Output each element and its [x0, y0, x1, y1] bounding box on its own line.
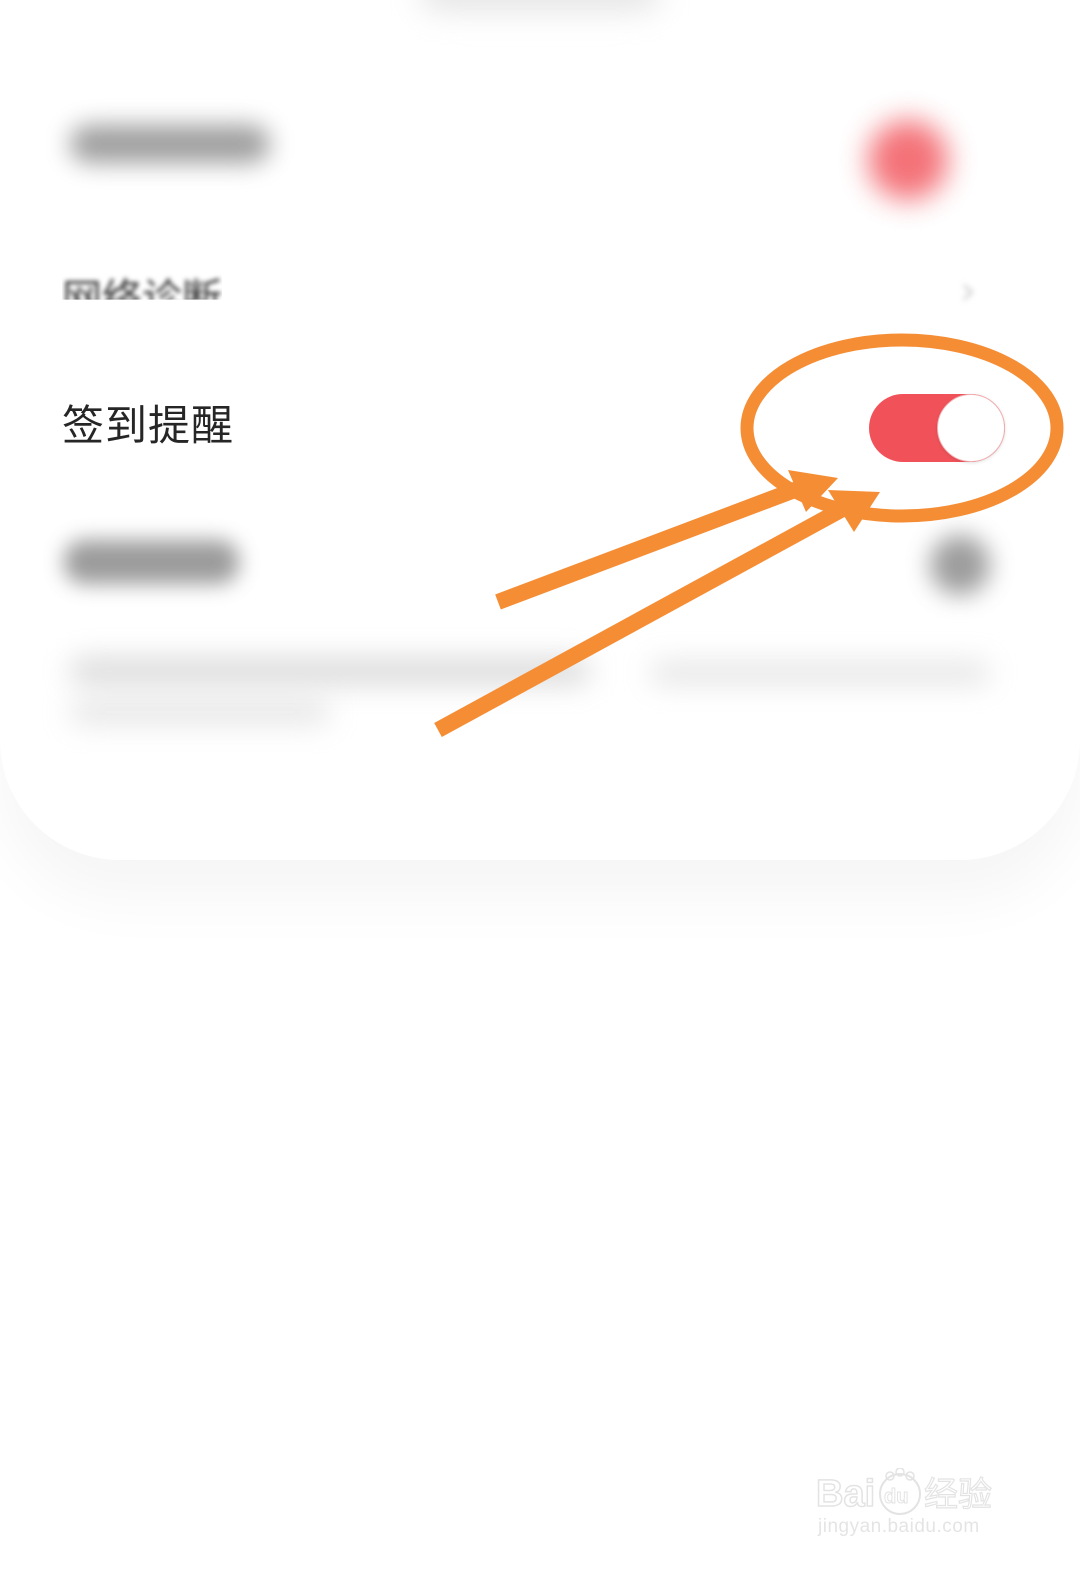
watermark-url: jingyan.baidu.com: [818, 1516, 980, 1537]
svg-text:du: du: [884, 1486, 908, 1508]
settings-row-blurred-1[interactable]: [0, 90, 1080, 210]
blurred-label: [64, 540, 239, 584]
blurred-text-line: [70, 700, 330, 724]
settings-row-blurred-4[interactable]: [0, 520, 1080, 610]
blurred-label: [70, 125, 270, 163]
baidu-jingyan-watermark: Bai du 经验 jingyan.baidu.com: [814, 1450, 1014, 1550]
blurred-header: [420, 0, 660, 10]
svg-text:经验: 经验: [924, 1475, 992, 1515]
svg-text:Bai: Bai: [816, 1473, 875, 1515]
notification-badge: [868, 120, 948, 200]
checkin-reminder-label: 签到提醒: [62, 401, 235, 450]
settings-screen: 网络诊断 › 签到提醒 Bai du 经验 jingyan.baidu.com: [0, 0, 1080, 1590]
checkin-reminder-toggle[interactable]: [869, 394, 1005, 462]
blurred-text-line: [70, 658, 590, 684]
settings-row-checkin-reminder: 签到提醒: [0, 370, 1080, 480]
chevron-right-icon: ›: [960, 268, 976, 314]
settings-card: 网络诊断 › 签到提醒: [0, 0, 1080, 860]
blurred-text-line: [650, 662, 990, 684]
blurred-icon: [930, 535, 990, 595]
network-diagnosis-label: 网络诊断: [62, 276, 222, 322]
baidu-logo-icon: Bai du 经验: [815, 1468, 993, 1516]
settings-row-blurred-5[interactable]: [0, 640, 1080, 750]
settings-row-network-diagnosis[interactable]: 网络诊断 ›: [0, 238, 1080, 318]
toggle-knob: [937, 394, 1005, 462]
